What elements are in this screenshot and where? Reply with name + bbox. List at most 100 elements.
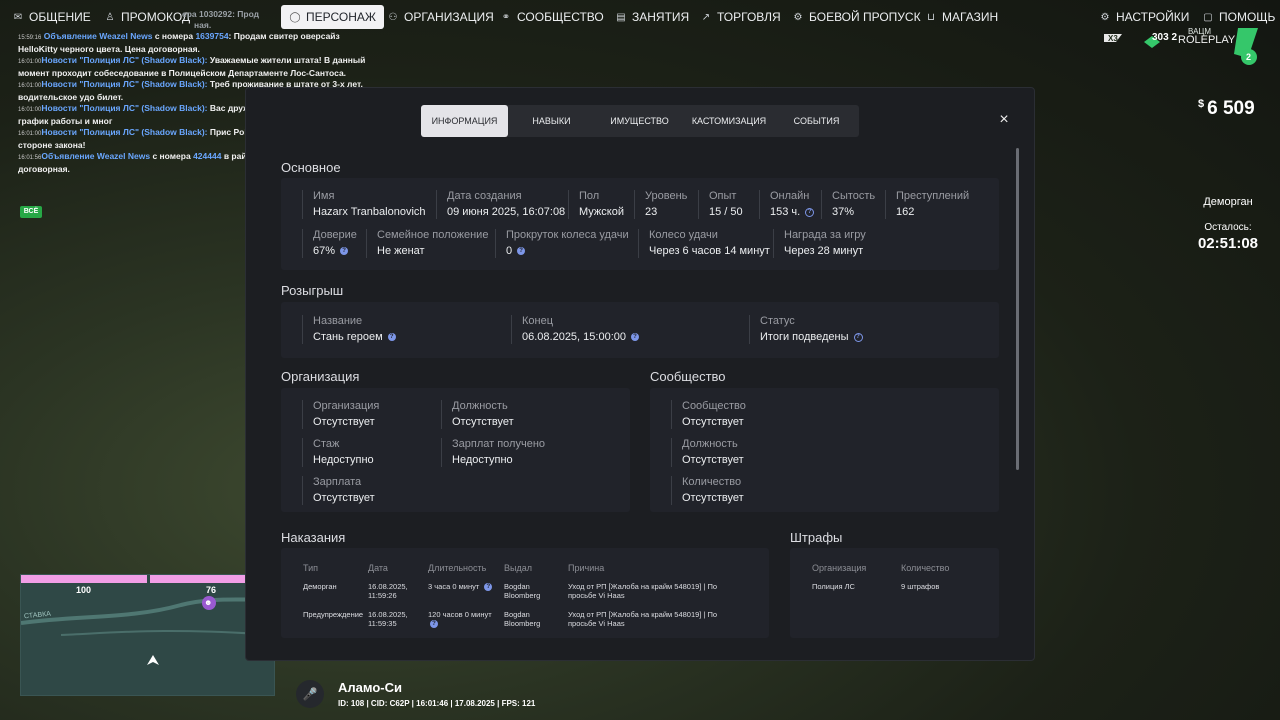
field-game-reward: Награда за игру Через 28 минут: [773, 229, 866, 258]
jail-remaining-time: 02:51:08: [1197, 235, 1259, 252]
section-title-punishments: Наказания: [281, 530, 346, 545]
table-cell: Предупреждение: [303, 610, 364, 619]
nav-trade[interactable]: ↗ ТОРГОВЛЯ: [700, 5, 781, 29]
field-level: Уровень 23: [634, 190, 687, 219]
field-wheel-spins: Прокруток колеса удачи 0?: [495, 229, 629, 258]
community-card: Сообщество Отсутствует Должность Отсутству…: [650, 388, 999, 512]
chat-line: ная.: [194, 20, 212, 30]
logo-badge-x3: X3: [1108, 34, 1118, 43]
cart-icon: ⊔: [927, 11, 935, 23]
column-header: Количество: [901, 563, 950, 573]
field-org-name: Организация Отсутствует: [302, 400, 379, 429]
column-header: Организация: [812, 563, 867, 573]
field-name: Имя Hazarx Tranbalonovich: [302, 190, 426, 219]
money-display: $6 509: [1198, 98, 1255, 119]
tab-information[interactable]: ИНФОРМАЦИЯ: [421, 105, 508, 137]
map-marker-icon: ☻: [204, 598, 213, 607]
section-title-community: Сообщество: [650, 369, 726, 384]
raffle-card: Название Стань героем? Конец 06.08.2025, 1…: [281, 302, 999, 358]
table-cell: Полиция ЛС: [812, 582, 855, 591]
field-online: Онлайн 153 ч.?: [759, 190, 815, 219]
field-creation-date: Дата создания 09 июня 2025, 16:07:08: [436, 190, 565, 219]
nav-organization[interactable]: ⚇ ОРГАНИЗАЦИЯ: [387, 5, 494, 29]
help-icon[interactable]: ?: [805, 207, 815, 217]
field-raffle-name: Название Стань героем?: [302, 315, 396, 344]
jail-remaining-label: Осталось:: [1204, 222, 1252, 233]
punishments-table: Тип Дата Длительность Выдал Причина Демо…: [281, 548, 769, 638]
table-cell: Bogdan Bloomberg: [504, 582, 541, 600]
community-icon: ⚭: [501, 11, 511, 23]
logo-badge-303: 303 2: [1152, 32, 1177, 43]
field-luck-wheel: Колесо удачи Через 6 часов 14 минут: [638, 229, 770, 258]
field-org-salary: Зарплата Отсутствует: [302, 476, 375, 505]
field-marital-status: Семейное положение Не женат: [366, 229, 488, 258]
minimap[interactable]: 100 76 СТАВКА ☻: [20, 574, 276, 696]
help-icon[interactable]: ?: [853, 332, 863, 342]
book-icon: ▤: [616, 11, 626, 23]
close-button[interactable]: ×: [996, 112, 1012, 128]
nav-battle-pass[interactable]: ⚙ БОЕВОЙ ПРОПУСК: [792, 5, 921, 29]
chat-line: ера 1030292: Прод: [182, 9, 260, 19]
tab-skills[interactable]: НАВЫКИ: [508, 105, 595, 137]
info-icon[interactable]: ?: [340, 247, 349, 256]
table-cell: Уход от РП [Жалоба на крайм 548019] | По…: [568, 610, 718, 628]
section-title-raffle: Розыгрыш: [281, 283, 344, 298]
field-crimes: Преступлений 162: [885, 190, 969, 219]
character-modal: ИНФОРМАЦИЯ НАВЫКИ ИМУЩЕСТВО КАСТОМИЗАЦИЯ…: [245, 87, 1035, 661]
section-title-fines: Штрафы: [790, 530, 843, 545]
gear-icon: ⚙: [1100, 11, 1110, 23]
table-cell: 16.08.2025, 11:59:26: [368, 582, 408, 600]
basic-info-card: Имя Hazarx Tranbalonovich Дата создания 09…: [281, 178, 999, 270]
tab-property[interactable]: ИМУЩЕСТВО: [595, 105, 684, 137]
dollar-icon: $: [1198, 98, 1205, 110]
table-cell: 9 штрафов: [901, 582, 940, 591]
field-org-salaries-received: Зарплат получено Недоступно: [441, 438, 545, 467]
table-cell: Bogdan Bloomberg: [504, 610, 541, 628]
jail-place: Деморган: [1203, 196, 1253, 208]
chat-line: 15:59:16 Объявление Weazel News с номера…: [18, 31, 340, 54]
column-header: Тип: [303, 563, 319, 573]
table-cell: Деморган: [303, 582, 337, 591]
field-org-tenure: Стаж Недоступно: [302, 438, 374, 467]
tab-events[interactable]: СОБЫТИЯ: [774, 105, 859, 137]
microphone-icon: 🎤: [302, 687, 318, 701]
tab-customization[interactable]: КАСТОМИЗАЦИЯ: [684, 105, 774, 137]
field-trust: Доверие 67%?: [302, 229, 357, 258]
info-icon[interactable]: ?: [630, 333, 639, 342]
field-raffle-end: Конец 06.08.2025, 15:00:00?: [511, 315, 639, 344]
column-header: Длительность: [428, 563, 487, 573]
table-cell: 3 часа 0 минут?: [428, 582, 503, 592]
table-cell: 120 часов 0 минут?: [428, 610, 492, 629]
field-raffle-status: Статус Итоги подведены?: [749, 315, 863, 344]
status-line: ID: 108 | CID: C62P | 16:01:46 | 17.08.2…: [338, 699, 536, 708]
fines-table: Организация Количество Полиция ЛС 9 штра…: [790, 548, 999, 638]
field-satiety: Сытость 37%: [821, 190, 875, 219]
info-icon[interactable]: ?: [430, 620, 438, 629]
server-logo-graphic: X3 303 2 ВАЦМ ROLEPLAY 2: [1104, 27, 1258, 65]
field-community-name: Сообщество Отсутствует: [671, 400, 746, 429]
chat-line: 16:01:00Новости "Полиция ЛС" (Shadow Bla…: [18, 55, 366, 78]
field-experience: Опыт 15 / 50: [698, 190, 743, 219]
organization-card: Организация Отсутствует Должность Отсутств…: [281, 388, 630, 512]
pass-icon: ⚙: [793, 11, 803, 23]
chat-filter-all-button[interactable]: ВСЁ: [20, 206, 42, 218]
jail-timer-panel: Деморган Осталось: 02:51:08: [1180, 196, 1276, 252]
modal-tabs: ИНФОРМАЦИЯ НАВЫКИ ИМУЩЕСТВО КАСТОМИЗАЦИЯ…: [421, 105, 859, 137]
nav-shop[interactable]: ⊔ МАГАЗИН: [925, 5, 998, 29]
field-community-position: Должность Отсутствует: [671, 438, 744, 467]
table-cell: 16.08.2025, 11:59:35: [368, 610, 408, 628]
column-header: Выдал: [504, 563, 532, 573]
scrollbar[interactable]: [1016, 148, 1019, 470]
minimap-roads: [21, 595, 276, 665]
info-icon[interactable]: ?: [484, 583, 493, 592]
chart-icon: ↗: [701, 11, 711, 23]
nav-community[interactable]: ⚭ СООБЩЕСТВО: [500, 5, 604, 29]
section-title-basic: Основное: [281, 160, 341, 175]
table-cell: Уход от РП [Жалоба на крайм 548019] | По…: [568, 582, 718, 600]
voice-mic-button[interactable]: 🎤: [296, 680, 324, 708]
info-icon[interactable]: ?: [517, 247, 526, 256]
server-logo: X3 303 2 ВАЦМ ROLEPLAY 2: [1100, 24, 1270, 69]
field-community-count: Количество Отсутствует: [671, 476, 744, 505]
info-icon[interactable]: ?: [387, 333, 396, 342]
nav-activities[interactable]: ▤ ЗАНЯТИЯ: [615, 5, 689, 29]
